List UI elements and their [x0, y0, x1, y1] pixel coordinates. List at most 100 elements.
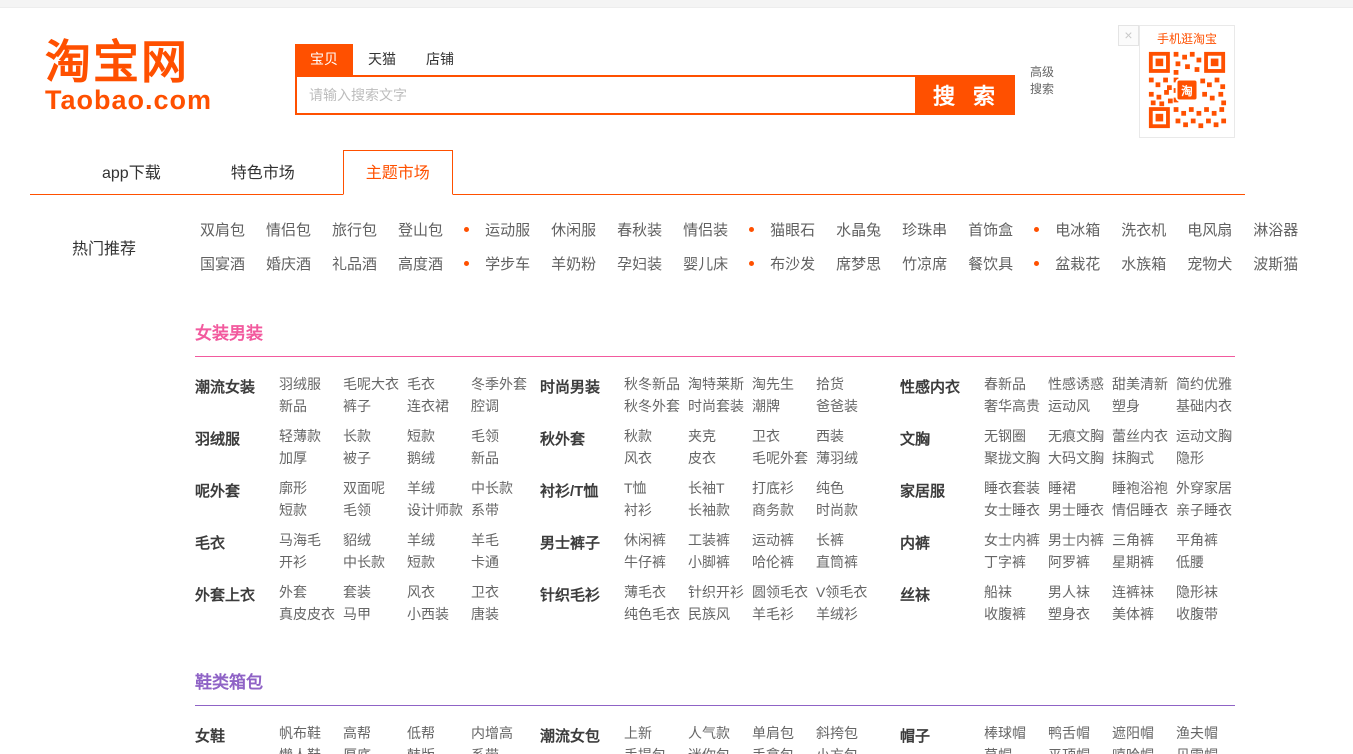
hot-link[interactable]: 学步车: [485, 253, 530, 274]
category-link[interactable]: 韩版: [407, 747, 467, 754]
category-link[interactable]: 丁字裤: [984, 554, 1044, 571]
category-link[interactable]: 腔调: [471, 398, 531, 415]
search-button[interactable]: 搜 索: [915, 77, 1013, 113]
hot-link[interactable]: 竹凉席: [902, 253, 947, 274]
category-link[interactable]: 睡衣套装: [984, 480, 1044, 497]
category-label[interactable]: 性感内衣: [900, 376, 984, 415]
qr-close-button[interactable]: ×: [1118, 25, 1139, 46]
category-link[interactable]: 亲子睡衣: [1176, 502, 1236, 519]
hot-link[interactable]: 羊奶粉: [551, 253, 596, 274]
category-link[interactable]: 薄羽绒: [816, 450, 876, 467]
category-link[interactable]: 小西装: [407, 606, 467, 623]
category-link[interactable]: 贝雷帽: [1176, 747, 1236, 754]
hot-link[interactable]: 电冰箱: [1055, 219, 1100, 240]
category-link[interactable]: 上新: [624, 725, 684, 742]
category-link[interactable]: 衬衫: [624, 502, 684, 519]
hot-link[interactable]: 布沙发: [770, 253, 815, 274]
category-link[interactable]: 商务款: [752, 502, 812, 519]
category-link[interactable]: T恤: [624, 480, 684, 497]
category-link[interactable]: 开衫: [279, 554, 339, 571]
category-link[interactable]: 鹅绒: [407, 450, 467, 467]
category-link[interactable]: 系带: [471, 747, 531, 754]
category-link[interactable]: 平顶帽: [1048, 747, 1108, 754]
category-link[interactable]: 羊绒: [407, 532, 467, 549]
category-link[interactable]: 直筒裤: [816, 554, 876, 571]
category-link[interactable]: 收腹裤: [984, 606, 1044, 623]
hot-link[interactable]: 洗衣机: [1121, 219, 1166, 240]
category-link[interactable]: 潮牌: [752, 398, 812, 415]
category-link[interactable]: 羊绒: [407, 480, 467, 497]
category-link[interactable]: 淘先生: [752, 376, 812, 393]
category-link[interactable]: 平角裤: [1176, 532, 1236, 549]
category-link[interactable]: 秋冬外套: [624, 398, 684, 415]
category-link[interactable]: 运动裤: [752, 532, 812, 549]
category-label[interactable]: 潮流女包: [540, 725, 624, 754]
category-link[interactable]: 长袖T: [688, 480, 748, 497]
hot-link[interactable]: 首饰盒: [968, 219, 1013, 240]
category-link[interactable]: 无钢圈: [984, 428, 1044, 445]
category-link[interactable]: 三角裤: [1112, 532, 1172, 549]
category-link[interactable]: 卡通: [471, 554, 531, 571]
hot-link[interactable]: 登山包: [398, 219, 443, 240]
category-link[interactable]: 外套: [279, 584, 339, 601]
category-link[interactable]: 阿罗裤: [1048, 554, 1108, 571]
category-link[interactable]: 小方包: [816, 747, 876, 754]
category-link[interactable]: 帆布鞋: [279, 725, 339, 742]
category-link[interactable]: 抹胸式: [1112, 450, 1172, 467]
category-link[interactable]: 星期裤: [1112, 554, 1172, 571]
category-label[interactable]: 女鞋: [195, 725, 279, 754]
category-link[interactable]: 羽绒服: [279, 376, 339, 393]
category-link[interactable]: 风衣: [407, 584, 467, 601]
hot-link[interactable]: 餐饮具: [968, 253, 1013, 274]
category-link[interactable]: 爸爸装: [816, 398, 876, 415]
category-link[interactable]: 鸭舌帽: [1048, 725, 1108, 742]
category-link[interactable]: 毛领: [471, 428, 531, 445]
category-link[interactable]: 毛领: [343, 502, 403, 519]
category-link[interactable]: 睡裙: [1048, 480, 1108, 497]
category-label[interactable]: 文胸: [900, 428, 984, 467]
hot-link[interactable]: 礼品酒: [332, 253, 377, 274]
category-link[interactable]: 低腰: [1176, 554, 1236, 571]
category-link[interactable]: 手拿包: [752, 747, 812, 754]
hot-link[interactable]: 宠物犬: [1187, 253, 1232, 274]
category-link[interactable]: 冬季外套: [471, 376, 531, 393]
category-link[interactable]: 连衣裙: [407, 398, 467, 415]
hot-link[interactable]: 电风扇: [1187, 219, 1232, 240]
category-link[interactable]: 西装: [816, 428, 876, 445]
category-link[interactable]: 拾货: [816, 376, 876, 393]
hot-link[interactable]: 国宴酒: [200, 253, 245, 274]
hot-link[interactable]: 淋浴器: [1253, 219, 1298, 240]
category-link[interactable]: 运动风: [1048, 398, 1108, 415]
category-link[interactable]: 哈伦裤: [752, 554, 812, 571]
category-label[interactable]: 帽子: [900, 725, 984, 754]
category-link[interactable]: 羊毛衫: [752, 606, 812, 623]
category-label[interactable]: 时尚男装: [540, 376, 624, 415]
category-link[interactable]: 长袖款: [688, 502, 748, 519]
hot-link[interactable]: 高度酒: [398, 253, 443, 274]
category-link[interactable]: 基础内衣: [1176, 398, 1236, 415]
hot-link[interactable]: 春秋装: [617, 219, 662, 240]
category-link[interactable]: 牛仔裤: [624, 554, 684, 571]
category-link[interactable]: 单肩包: [752, 725, 812, 742]
category-link[interactable]: 羊毛: [471, 532, 531, 549]
category-link[interactable]: 遮阳帽: [1112, 725, 1172, 742]
category-link[interactable]: 手提包: [624, 747, 684, 754]
category-link[interactable]: 厚底: [343, 747, 403, 754]
category-link[interactable]: 长裤: [816, 532, 876, 549]
category-link[interactable]: 圆领毛衣: [752, 584, 812, 601]
category-link[interactable]: 民族风: [688, 606, 748, 623]
hot-link[interactable]: 婴儿床: [683, 253, 728, 274]
search-tab[interactable]: 宝贝: [295, 44, 353, 75]
taobao-logo[interactable]: 淘宝网 Taobao.com: [45, 38, 212, 116]
category-link[interactable]: 简约优雅: [1176, 376, 1236, 393]
category-link[interactable]: 短款: [279, 502, 339, 519]
search-tab[interactable]: 店铺: [411, 44, 469, 75]
category-link[interactable]: 性感诱惑: [1048, 376, 1108, 393]
category-link[interactable]: 塑身: [1112, 398, 1172, 415]
category-link[interactable]: 中长款: [343, 554, 403, 571]
category-link[interactable]: 纯色毛衣: [624, 606, 684, 623]
category-label[interactable]: 呢外套: [195, 480, 279, 519]
category-link[interactable]: 长款: [343, 428, 403, 445]
category-link[interactable]: 纯色: [816, 480, 876, 497]
category-link[interactable]: 女士睡衣: [984, 502, 1044, 519]
